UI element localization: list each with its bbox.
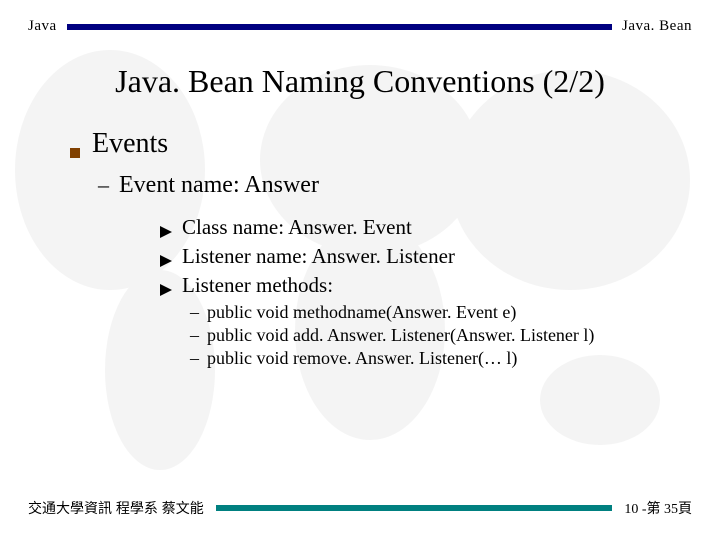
header-rule [67,24,612,30]
slide-body: Events – Event name: Answer Class name: … [0,100,720,369]
footer-page-label: 10 -第 35頁 [624,498,692,518]
dash-bullet-icon: – [190,325,199,346]
footer-author-label: 交通大學資訊 程學系 蔡文能 [28,498,204,518]
method-label: public void methodname(Answer. Event e) [207,302,516,323]
triangle-bullet-icon [160,226,172,238]
dash-bullet-icon: – [190,302,199,323]
list-item: Events [70,128,670,160]
section-heading: Events [92,128,168,160]
sub-item-label: Event name: Answer [119,172,319,199]
header-left-label: Java [28,18,57,35]
square-bullet-icon [70,148,80,158]
footer-rule [216,505,613,511]
list-item: – public void add. Answer. Listener(Answ… [190,325,670,346]
header-bar: Java Java. Bean [0,0,720,35]
method-label: public void add. Answer. Listener(Answer… [207,325,594,346]
dash-bullet-icon: – [190,348,199,369]
method-label: public void remove. Answer. Listener(… l… [207,348,517,369]
list-item: Listener methods: [160,273,670,298]
list-item: Listener name: Answer. Listener [160,244,670,269]
dash-bullet-icon: – [98,172,109,198]
list-item: – Event name: Answer [98,172,670,199]
list-item: – public void remove. Answer. Listener(…… [190,348,670,369]
header-right-label: Java. Bean [622,18,692,35]
slide-title: Java. Bean Naming Conventions (2/2) [0,63,720,100]
detail-item-label: Listener methods: [182,273,333,298]
triangle-bullet-icon [160,255,172,267]
detail-item-label: Listener name: Answer. Listener [182,244,455,269]
list-item: – public void methodname(Answer. Event e… [190,302,670,323]
list-item: Class name: Answer. Event [160,215,670,240]
triangle-bullet-icon [160,284,172,296]
detail-item-label: Class name: Answer. Event [182,215,412,240]
footer-bar: 交通大學資訊 程學系 蔡文能 10 -第 35頁 [0,498,720,518]
